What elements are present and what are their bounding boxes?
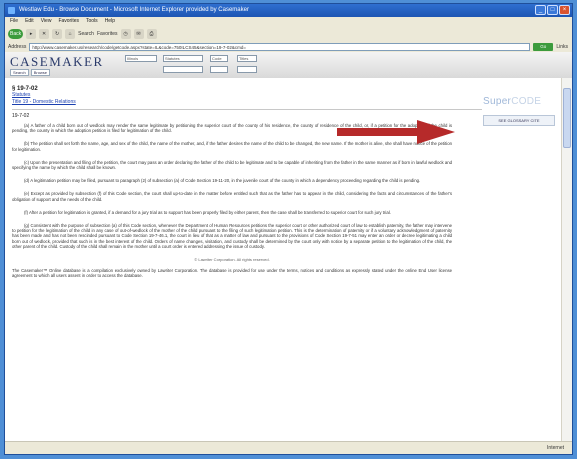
favorites-button[interactable]: Favorites bbox=[97, 31, 118, 37]
tab-browse[interactable]: Browse bbox=[30, 69, 51, 76]
arrow-shape bbox=[337, 120, 455, 144]
supercode-logo: SuperCODE bbox=[483, 96, 563, 107]
history-icon[interactable]: ◷ bbox=[120, 28, 131, 39]
maximize-button[interactable]: □ bbox=[547, 5, 558, 15]
menu-favorites[interactable]: Favorites bbox=[58, 17, 79, 26]
menu-file[interactable]: File bbox=[10, 17, 18, 26]
divider bbox=[12, 109, 482, 110]
scroll-thumb[interactable] bbox=[563, 88, 571, 148]
browser-window: Westlaw Edu - Browse Document - Microsof… bbox=[4, 3, 573, 455]
go-button[interactable]: Go bbox=[533, 42, 554, 51]
status-bar: Internet bbox=[5, 441, 572, 454]
tab-search[interactable]: Search bbox=[10, 69, 29, 76]
address-input[interactable]: http://www.casemaker.us/research/code/ge… bbox=[29, 42, 531, 51]
code-select[interactable]: Code bbox=[210, 55, 228, 62]
screenshot-frame: Westlaw Edu - Browse Document - Microsof… bbox=[0, 0, 577, 459]
go-field[interactable] bbox=[237, 66, 257, 73]
paragraph-c: (c) Upon the presentation and filing of … bbox=[12, 159, 452, 171]
close-button[interactable]: × bbox=[559, 5, 570, 15]
search-button[interactable]: Search bbox=[78, 31, 94, 37]
supercode-logo-b: CODE bbox=[511, 96, 542, 107]
title-link[interactable]: Title 19 - Domestic Relations bbox=[12, 99, 452, 106]
section-number: 19-7-02 bbox=[12, 113, 30, 119]
paragraph-f: (f) After a petition for legitimation is… bbox=[24, 209, 391, 215]
copyright-note: © Lawriter Corporation. All rights reser… bbox=[194, 257, 270, 263]
back-button[interactable]: Back bbox=[8, 28, 24, 39]
state-select[interactable]: Illinois bbox=[125, 55, 157, 62]
menu-bar: File Edit View Favorites Tools Help bbox=[5, 17, 572, 26]
casemaker-logo: CASEMAKER bbox=[10, 54, 104, 69]
window-title: Westlaw Edu - Browse Document - Microsof… bbox=[19, 7, 249, 13]
document-body: § 19-7-02 Statutes Title 19 - Domestic R… bbox=[12, 86, 482, 286]
navigation-toolbar: Back ▸ ✕ ↻ ⌂ Search Favorites ◷ ✉ ⎙ bbox=[5, 26, 572, 42]
title-bar: Westlaw Edu - Browse Document - Microsof… bbox=[5, 4, 572, 17]
titles-select[interactable]: Titles bbox=[237, 55, 257, 62]
forward-button[interactable]: ▸ bbox=[26, 28, 37, 39]
stop-icon[interactable]: ✕ bbox=[39, 28, 50, 39]
mail-icon[interactable]: ✉ bbox=[133, 28, 144, 39]
library-select[interactable]: Statutes bbox=[163, 55, 203, 62]
paragraph-g: (g) Consistent with the purpose of subse… bbox=[12, 223, 452, 249]
vertical-scrollbar[interactable] bbox=[561, 78, 572, 442]
refresh-icon[interactable]: ↻ bbox=[52, 28, 63, 39]
home-icon[interactable]: ⌂ bbox=[65, 28, 76, 39]
disclaimer-note: The Casemaker™ Online database is a comp… bbox=[12, 268, 452, 279]
menu-help[interactable]: Help bbox=[105, 17, 115, 26]
filter-field[interactable] bbox=[163, 66, 203, 73]
internet-zone: Internet bbox=[547, 445, 564, 451]
supercode-panel: SuperCODE SEE GLOSSARY CITE bbox=[483, 96, 563, 136]
ie-icon bbox=[8, 7, 15, 14]
address-label: Address bbox=[8, 43, 27, 50]
menu-view[interactable]: View bbox=[41, 17, 52, 26]
red-arrow-icon bbox=[337, 120, 455, 144]
minimize-button[interactable]: _ bbox=[535, 5, 546, 15]
document-pane: § 19-7-02 Statutes Title 19 - Domestic R… bbox=[5, 78, 572, 442]
section-field[interactable] bbox=[210, 66, 228, 73]
print-icon[interactable]: ⎙ bbox=[146, 28, 157, 39]
supercode-logo-a: Super bbox=[483, 96, 512, 107]
window-controls: _ □ × bbox=[535, 5, 570, 15]
statutes-link[interactable]: Statutes bbox=[12, 92, 452, 99]
casemaker-subtabs: Search Browse bbox=[10, 69, 51, 76]
supercode-button[interactable]: SEE GLOSSARY CITE bbox=[483, 115, 555, 126]
paragraph-d: (d) A legitimation petition may be filed… bbox=[24, 178, 421, 184]
casemaker-header: CASEMAKER Search Browse Illinois Statute… bbox=[5, 52, 572, 79]
menu-edit[interactable]: Edit bbox=[25, 17, 34, 26]
links-label[interactable]: Links bbox=[556, 44, 568, 50]
menu-tools[interactable]: Tools bbox=[86, 17, 98, 26]
paragraph-e: (e) Except as provided by subsection (f)… bbox=[12, 191, 452, 202]
